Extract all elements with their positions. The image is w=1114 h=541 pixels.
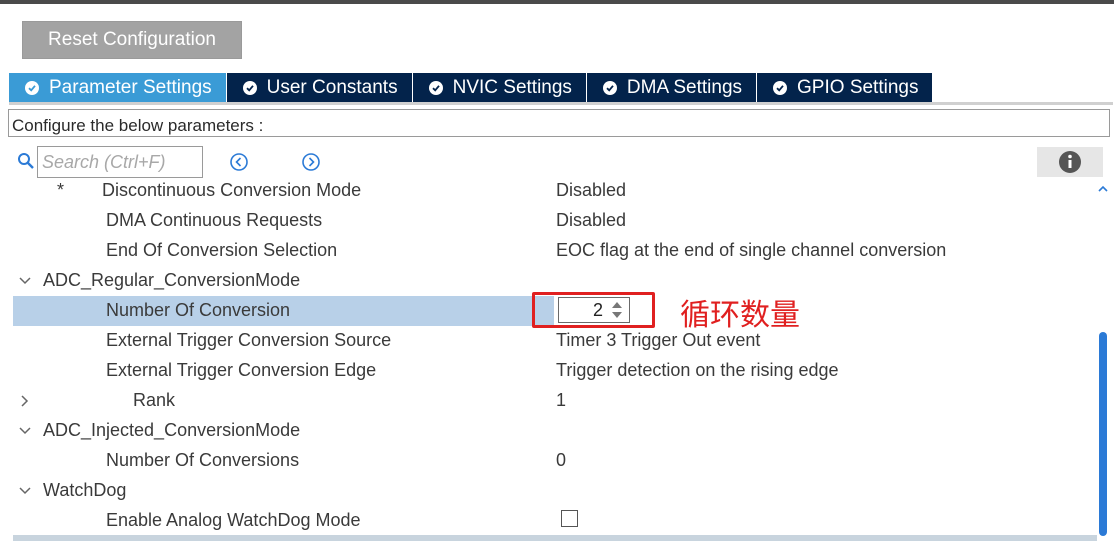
check-circle-icon bbox=[773, 81, 788, 95]
group-label: ADC_Injected_ConversionMode bbox=[43, 420, 301, 440]
annotation-label: 循环数量 bbox=[680, 298, 800, 333]
param-label: Number Of Conversions bbox=[106, 450, 300, 470]
param-value[interactable]: Disabled bbox=[556, 180, 626, 201]
tab-underline bbox=[9, 102, 1113, 105]
tab-user-constants[interactable]: User Constants bbox=[226, 73, 413, 103]
param-row-ext-trigger-source[interactable]: External Trigger Conversion Source Timer… bbox=[0, 326, 1096, 356]
scroll-up-arrow-icon[interactable] bbox=[1098, 184, 1108, 194]
tab-label: Parameter Settings bbox=[49, 77, 212, 98]
param-value[interactable]: EOC flag at the end of single channel co… bbox=[556, 240, 946, 261]
tab-nvic-settings[interactable]: NVIC Settings bbox=[412, 73, 587, 103]
chevron-right-icon[interactable] bbox=[18, 394, 32, 408]
search-icon[interactable] bbox=[17, 152, 35, 170]
param-label: External Trigger Conversion Edge bbox=[106, 360, 377, 380]
annotation-highlight-box bbox=[532, 292, 655, 328]
param-label: External Trigger Conversion Source bbox=[106, 330, 392, 350]
param-value[interactable]: 1 bbox=[556, 390, 566, 411]
settings-tab-bar: Parameter Settings User Constants NVIC S… bbox=[9, 73, 934, 103]
param-row-eoc-selection[interactable]: End Of Conversion Selection EOC flag at … bbox=[0, 236, 1096, 266]
configuration-description: Configure the below parameters : bbox=[8, 109, 1110, 137]
chevron-down-icon[interactable] bbox=[18, 424, 32, 438]
param-label: Rank bbox=[133, 390, 176, 410]
tab-label: DMA Settings bbox=[626, 77, 743, 98]
group-row-watchdog[interactable]: WatchDog bbox=[0, 476, 1096, 506]
horizontal-scrollbar[interactable] bbox=[13, 535, 1097, 541]
param-row-analog-watchdog[interactable]: Enable Analog WatchDog Mode bbox=[0, 506, 1096, 536]
tab-gpio-settings[interactable]: GPIO Settings bbox=[757, 73, 934, 103]
param-label: Discontinuous Conversion Mode bbox=[102, 180, 362, 200]
param-label: End Of Conversion Selection bbox=[106, 240, 338, 260]
tab-label: NVIC Settings bbox=[452, 77, 572, 98]
tab-label: User Constants bbox=[266, 77, 398, 98]
param-row-discontinuous[interactable]: * Discontinuous Conversion Mode Disabled bbox=[0, 176, 1096, 206]
check-circle-icon bbox=[25, 81, 39, 95]
modified-marker: * bbox=[57, 180, 65, 200]
analog-watchdog-checkbox[interactable] bbox=[561, 510, 578, 527]
param-row-dma-continuous[interactable]: DMA Continuous Requests Disabled bbox=[0, 206, 1096, 236]
search-input[interactable] bbox=[37, 146, 203, 178]
check-circle-icon bbox=[242, 81, 257, 95]
arrow-right-circle-icon[interactable] bbox=[301, 152, 321, 172]
param-row-rank[interactable]: Rank 1 bbox=[0, 386, 1096, 416]
param-label: Enable Analog WatchDog Mode bbox=[106, 510, 361, 530]
check-circle-icon bbox=[602, 81, 617, 95]
tab-parameter-settings[interactable]: Parameter Settings bbox=[9, 73, 227, 103]
arrow-left-circle-icon[interactable] bbox=[229, 152, 249, 172]
window-top-border bbox=[0, 0, 1114, 4]
reset-configuration-button[interactable]: Reset Configuration bbox=[22, 21, 242, 59]
info-button[interactable] bbox=[1037, 147, 1103, 177]
param-label: DMA Continuous Requests bbox=[106, 210, 323, 230]
param-row-ext-trigger-edge[interactable]: External Trigger Conversion Edge Trigger… bbox=[0, 356, 1096, 386]
param-value[interactable]: Trigger detection on the rising edge bbox=[556, 360, 839, 381]
chevron-down-icon[interactable] bbox=[18, 274, 32, 288]
check-circle-icon bbox=[428, 81, 443, 95]
parameter-tree: * Discontinuous Conversion Mode Disabled… bbox=[0, 176, 1096, 536]
info-icon bbox=[1059, 151, 1081, 173]
param-value[interactable]: 0 bbox=[556, 450, 566, 471]
param-value[interactable]: Disabled bbox=[556, 210, 626, 231]
scrollbar-thumb[interactable] bbox=[1099, 332, 1107, 536]
group-label: ADC_Regular_ConversionMode bbox=[43, 270, 301, 290]
tab-label: GPIO Settings bbox=[797, 77, 919, 98]
group-label: WatchDog bbox=[43, 480, 127, 500]
tab-dma-settings[interactable]: DMA Settings bbox=[586, 73, 758, 103]
chevron-down-icon[interactable] bbox=[18, 484, 32, 498]
group-row-injected-conversion[interactable]: ADC_Injected_ConversionMode bbox=[0, 416, 1096, 446]
param-row-number-of-conversions-injected[interactable]: Number Of Conversions 0 bbox=[0, 446, 1096, 476]
param-label: Number Of Conversion bbox=[106, 300, 291, 320]
